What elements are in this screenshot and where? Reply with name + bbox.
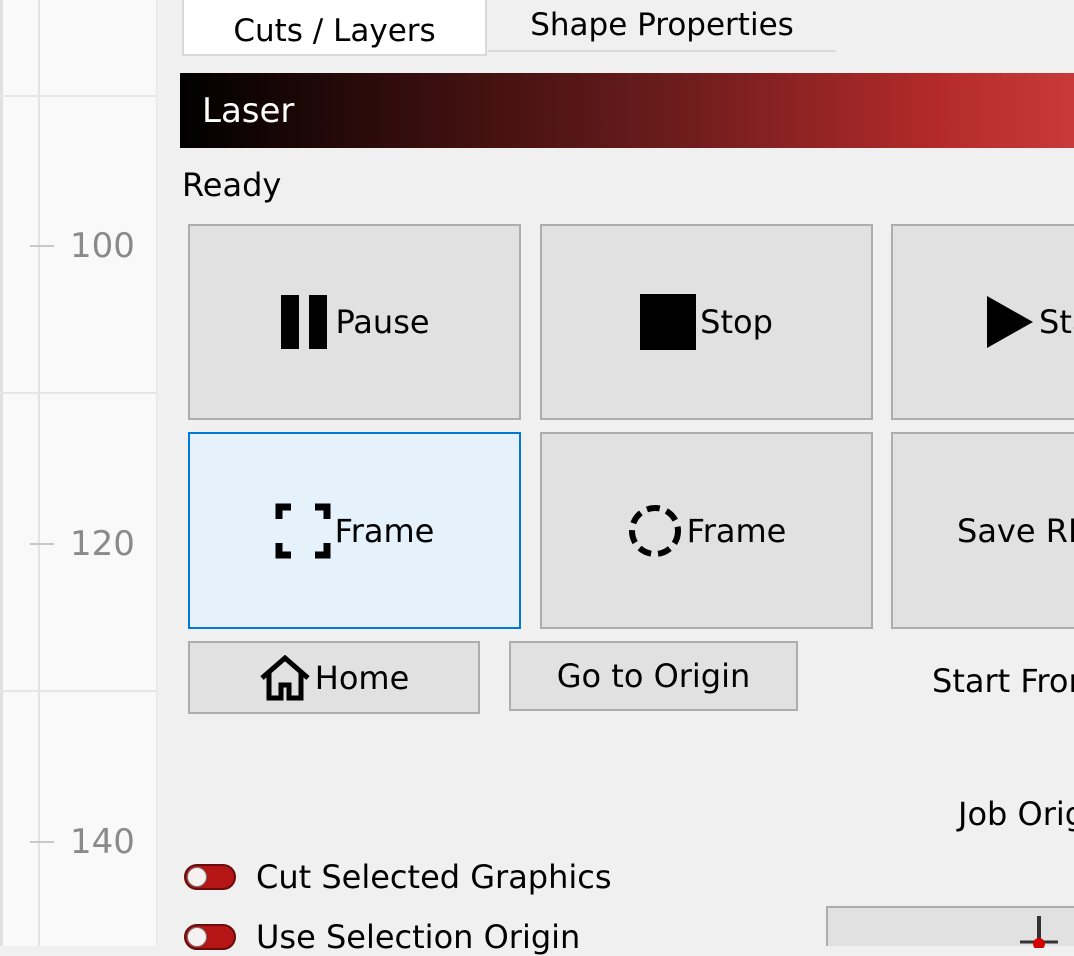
vertical-ruler: 100 120 140 (0, 0, 157, 946)
play-icon (985, 294, 1035, 350)
use-selection-origin-toggle-row[interactable]: Use Selection Origin (184, 918, 580, 956)
ruler-tick (30, 543, 54, 545)
laser-status: Ready (182, 166, 282, 204)
ruler-label-100: 100 (70, 226, 135, 266)
home-button[interactable]: Home (188, 641, 480, 714)
use-selection-origin-toggle[interactable] (184, 924, 236, 950)
frame-circle-label: Frame (686, 511, 787, 550)
toggle-knob (187, 867, 207, 887)
pause-label: Pause (335, 303, 430, 341)
ruler-grid-line (0, 392, 156, 394)
frame-circle-icon (627, 503, 683, 559)
ruler-label-140: 140 (70, 822, 135, 862)
start-button[interactable]: Start (891, 224, 1074, 420)
job-origin-label: Job Origin (958, 795, 1074, 833)
cut-selected-graphics-toggle-row[interactable]: Cut Selected Graphics (184, 858, 612, 896)
toggle-knob (187, 927, 207, 947)
frame-circle-button[interactable]: Frame (540, 432, 873, 629)
ruler-tick (30, 245, 54, 247)
ruler-edge (0, 0, 3, 946)
frame-rect-label: Frame (334, 511, 435, 550)
go-to-origin-label: Go to Origin (556, 657, 751, 695)
frame-rect-button[interactable]: Frame (188, 432, 521, 629)
laser-panel-title: Laser (180, 73, 1074, 148)
ruler-tick (30, 841, 54, 843)
home-icon (259, 654, 311, 701)
start-label: Start (1039, 303, 1074, 341)
save-rd-button[interactable]: Save RD (891, 432, 1074, 629)
ruler-label-120: 120 (70, 524, 135, 564)
stop-button[interactable]: Stop (540, 224, 873, 420)
start-from-label: Start From (932, 662, 1074, 700)
go-to-origin-button[interactable]: Go to Origin (509, 641, 798, 711)
laser-title-text: Laser (202, 90, 295, 131)
cut-selected-graphics-toggle[interactable] (184, 864, 236, 890)
pause-icon (279, 294, 331, 350)
save-rd-label: Save RD (957, 511, 1074, 550)
tab-shape-properties[interactable]: Shape Properties (488, 0, 836, 52)
cut-selected-graphics-label: Cut Selected Graphics (256, 858, 612, 896)
ruler-grid-line (0, 690, 156, 692)
ruler-guide-line (38, 0, 40, 946)
frame-rect-icon (275, 503, 331, 559)
stop-label: Stop (700, 303, 773, 341)
home-label: Home (314, 658, 410, 697)
use-selection-origin-label: Use Selection Origin (256, 918, 581, 956)
tab-cuts-layers[interactable]: Cuts / Layers (182, 0, 487, 56)
pause-button[interactable]: Pause (188, 224, 521, 420)
job-origin-selector[interactable] (826, 906, 1074, 948)
ruler-grid-line (0, 95, 156, 97)
origin-marker-icon (1020, 916, 1058, 948)
stop-icon (640, 294, 697, 350)
